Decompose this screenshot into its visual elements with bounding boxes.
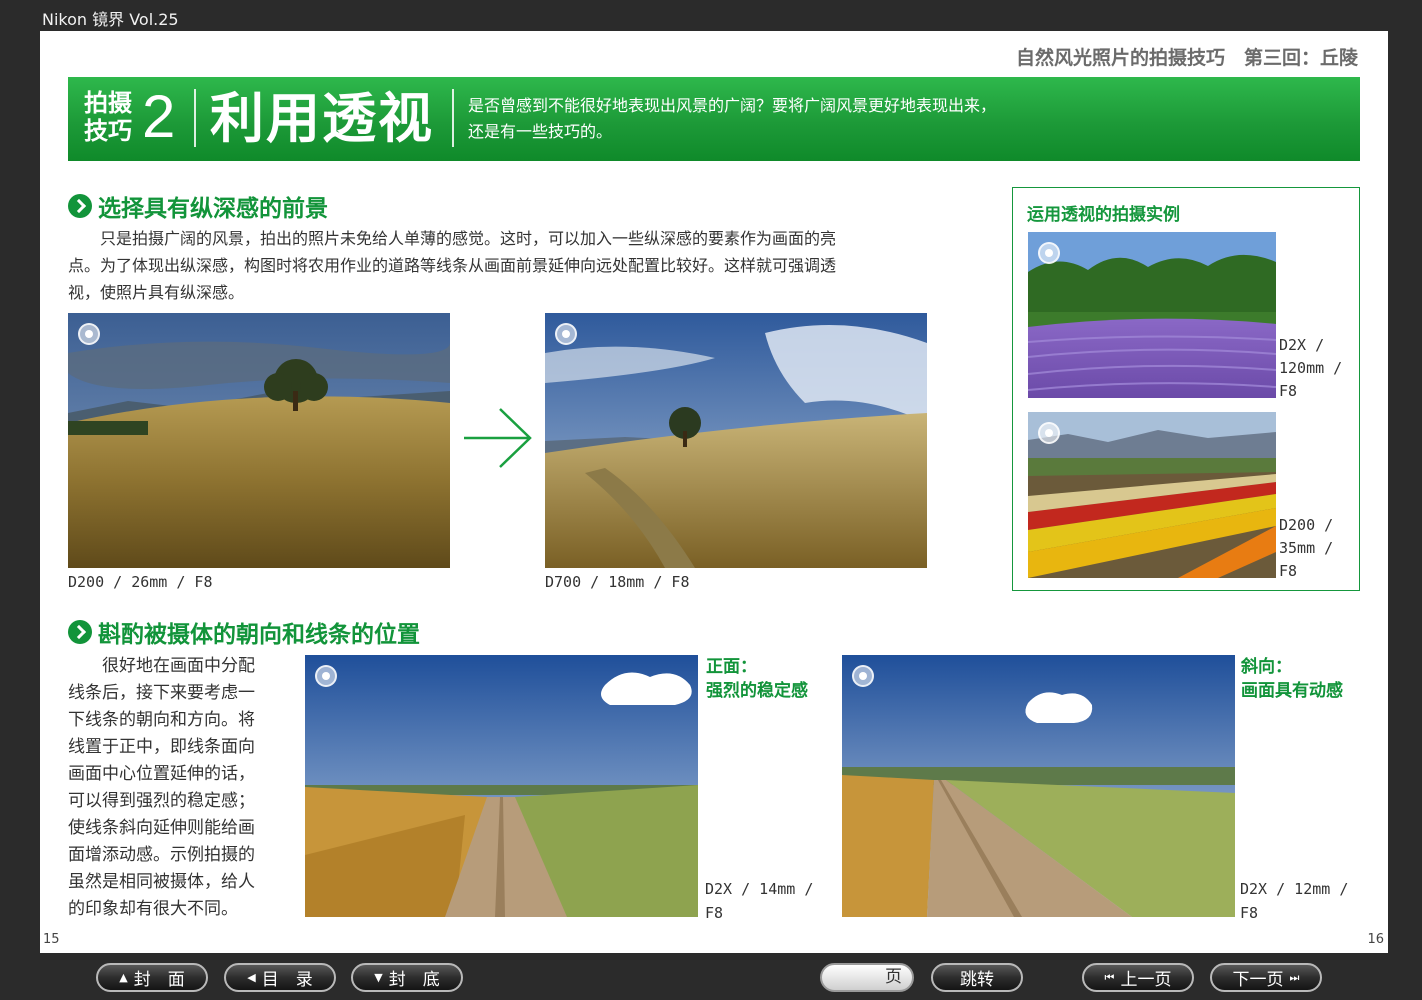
photo-caption: D200 / 35mm / F8 <box>1279 516 1334 580</box>
banner-number: 2 <box>142 83 176 150</box>
section-heading-foreground: 选择具有纵深感的前景 <box>68 189 328 223</box>
examples-panel: 运用透视的拍摄实例 D2X / 120mm / F8 D200 / 35mm /… <box>1012 187 1360 591</box>
wheat-field-path-image <box>545 313 927 568</box>
road-frontal-image <box>305 655 698 917</box>
banner-divider <box>452 89 454 147</box>
skip-back-icon: ⏮ <box>1104 970 1115 984</box>
photo-note: 斜向： 画面具有动感 <box>1241 657 1343 701</box>
section2-text: 很好地在画面中分配 线条后，接下来要考虑一 下线条的朝向和方向。将 线置于正中，… <box>68 656 255 919</box>
app-title: Nikon 镜界 Vol.25 <box>42 10 179 29</box>
jump-button[interactable]: 跳转 <box>931 963 1023 992</box>
photo-marker-icon <box>852 665 874 687</box>
photo-marker-icon <box>78 323 100 345</box>
banner-label: 拍摄 技巧 <box>84 89 132 145</box>
wheat-field-tree-image <box>68 313 450 568</box>
banner-title: 利用透视 <box>210 87 434 150</box>
photo-caption: D2X / 12mm / F8 <box>1240 880 1349 922</box>
series-title: 自然风光照片的拍摄技巧 第三回：丘陵 <box>1015 47 1358 69</box>
photo-caption: D200 / 26mm / F8 <box>68 573 213 591</box>
photo-note: 正面： 强烈的稳定感 <box>706 657 808 701</box>
road-diagonal-image <box>842 655 1235 917</box>
title-bar: Nikon 镜界 Vol.25 <box>0 0 1422 30</box>
page-number-input[interactable]: 页 <box>820 963 914 992</box>
section1-text: 只是拍摄广阔的风景，拍出的照片未免给人单薄的感觉。这时，可以加入一些纵深感的要素… <box>68 229 837 302</box>
photo-road-diagonal <box>842 655 1235 917</box>
photo-marker-icon <box>555 323 577 345</box>
banner-description: 是否曾感到不能很好地表现出风景的广阔？要将广阔风景更好地表现出来， 还是有一些技… <box>468 96 997 141</box>
triangle-left-icon: ◀ <box>247 971 256 984</box>
magazine-spread: 自然风光照片的拍摄技巧 第三回：丘陵 拍摄 技巧 2 利用透视 是否曾感到不能很… <box>40 31 1388 953</box>
page-number-left: 15 <box>43 932 60 947</box>
page-number-right: 16 <box>1367 932 1384 947</box>
section-heading-orientation: 斟酌被摄体的朝向和线条的位置 <box>68 615 420 649</box>
photo-marker-icon <box>315 665 337 687</box>
prev-page-button[interactable]: ⏮ 上一页 <box>1082 963 1194 992</box>
navigation-toolbar: ▲ 封 面 ◀ 目 录 ▼ 封 底 页 跳转 ⏮ 上一页 下一页 ⏭ <box>0 955 1422 1000</box>
toc-button[interactable]: ◀ 目 录 <box>224 963 336 992</box>
examples-title: 运用透视的拍摄实例 <box>1027 205 1180 225</box>
back-cover-button[interactable]: ▼ 封 底 <box>351 963 463 992</box>
next-page-button[interactable]: 下一页 ⏭ <box>1210 963 1322 992</box>
photo-marker-icon <box>1038 242 1060 264</box>
photo-caption: D2X / 120mm / F8 <box>1279 336 1343 400</box>
chevron-right-icon <box>68 620 92 644</box>
photo-wheat-field-tree <box>68 313 450 568</box>
skip-forward-icon: ⏭ <box>1289 970 1300 984</box>
triangle-up-icon: ▲ <box>119 971 128 984</box>
photo-marker-icon <box>1038 422 1060 444</box>
photo-caption: D2X / 14mm / F8 <box>705 880 814 922</box>
flower-rows-image <box>1028 412 1276 578</box>
cover-button[interactable]: ▲ 封 面 <box>96 963 208 992</box>
photo-lavender-field <box>1028 232 1276 398</box>
tip-banner: 拍摄 技巧 2 利用透视 是否曾感到不能很好地表现出风景的广阔？要将广阔风景更好… <box>68 77 1360 161</box>
triangle-down-icon: ▼ <box>374 971 383 984</box>
lavender-field-image <box>1028 232 1276 398</box>
chevron-right-icon <box>68 194 92 218</box>
photo-road-frontal <box>305 655 698 917</box>
photo-caption: D700 / 18mm / F8 <box>545 573 690 591</box>
arrow-right-icon <box>464 408 532 468</box>
banner-divider <box>194 89 196 147</box>
photo-wheat-field-path <box>545 313 927 568</box>
photo-flower-rows <box>1028 412 1276 578</box>
